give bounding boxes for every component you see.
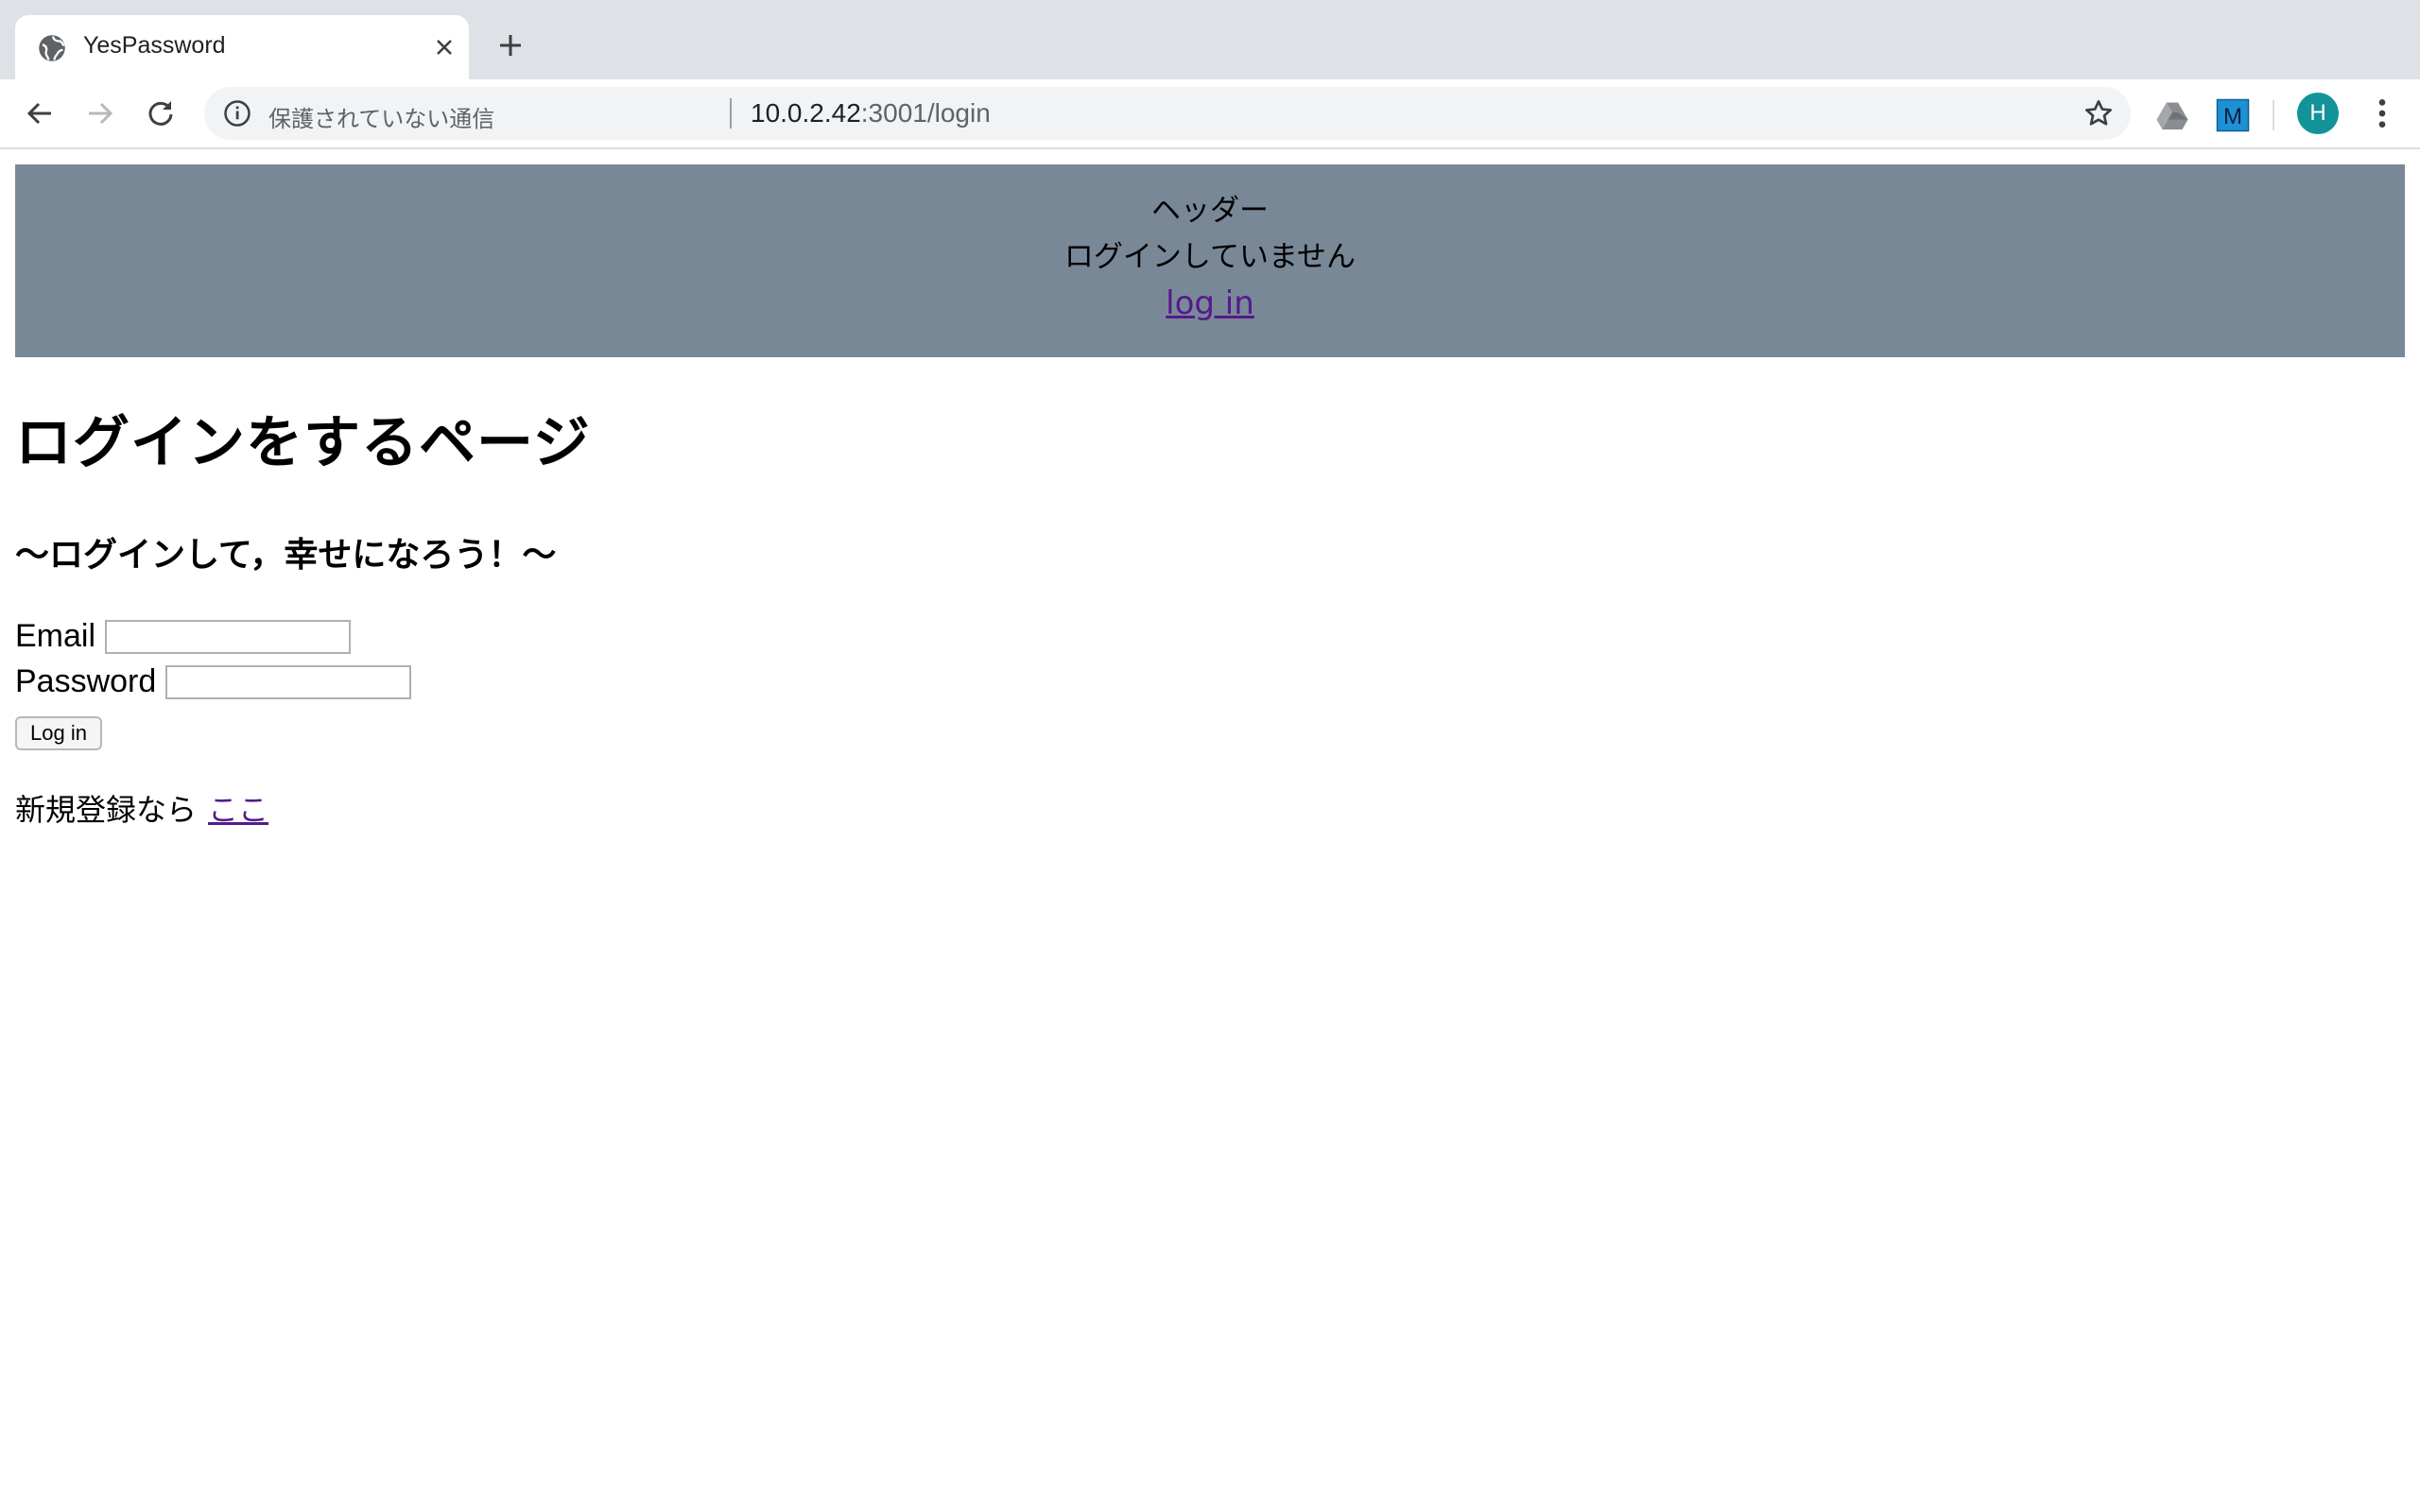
- tab-title: YesPassword: [83, 32, 226, 59]
- google-drive-icon[interactable]: [2155, 98, 2189, 132]
- security-label: 保護されていない通信: [268, 106, 495, 132]
- info-icon[interactable]: [223, 99, 251, 128]
- m-extension-icon[interactable]: M: [2216, 98, 2250, 132]
- email-row: Email: [15, 618, 352, 655]
- register-prompt: 新規登録なら ここ: [15, 786, 268, 830]
- header-title: ヘッダー: [1151, 194, 1269, 228]
- login-status: ログインしていません: [1063, 240, 1357, 274]
- address-bar[interactable]: 保護されていない通信 10.0.2.42:3001/login: [204, 87, 2131, 140]
- header-login-link[interactable]: log in: [1166, 284, 1254, 322]
- profile-avatar[interactable]: H: [2297, 93, 2339, 134]
- browser-tab-strip: YesPassword: [0, 0, 2420, 79]
- register-text: 新規登録なら: [15, 792, 198, 828]
- page-subtitle: 〜ログインして，幸せになろう！〜: [15, 536, 557, 575]
- password-field[interactable]: [165, 664, 412, 699]
- url-separator: [730, 98, 732, 129]
- toolbar-divider: [2273, 100, 2274, 130]
- password-row: Password: [15, 663, 412, 700]
- browser-toolbar: 保護されていない通信 10.0.2.42:3001/login M H: [0, 79, 2420, 149]
- url-text[interactable]: 10.0.2.42:3001/login: [751, 98, 991, 129]
- browser-tab[interactable]: YesPassword: [15, 15, 469, 79]
- back-icon[interactable]: [19, 93, 60, 134]
- bookmark-star-icon[interactable]: [2083, 98, 2114, 129]
- url-host: 10.0.2.42: [751, 98, 861, 128]
- email-label: Email: [15, 618, 96, 654]
- more-menu-icon[interactable]: [2363, 94, 2401, 132]
- close-tab-icon[interactable]: [427, 30, 461, 64]
- reload-icon[interactable]: [140, 93, 182, 134]
- login-submit-button[interactable]: Log in: [15, 716, 102, 750]
- password-label: Password: [15, 663, 157, 699]
- url-path: :3001/login: [860, 98, 991, 128]
- svg-text:M: M: [2223, 104, 2242, 129]
- register-link[interactable]: ここ: [208, 792, 268, 828]
- site-header: ヘッダー ログインしていません log in: [15, 164, 2405, 357]
- new-tab-icon[interactable]: [492, 26, 529, 64]
- globe-icon: [39, 35, 65, 61]
- email-field[interactable]: [105, 619, 352, 654]
- forward-icon[interactable]: [79, 93, 121, 134]
- page-title: ログインをするページ: [15, 410, 591, 476]
